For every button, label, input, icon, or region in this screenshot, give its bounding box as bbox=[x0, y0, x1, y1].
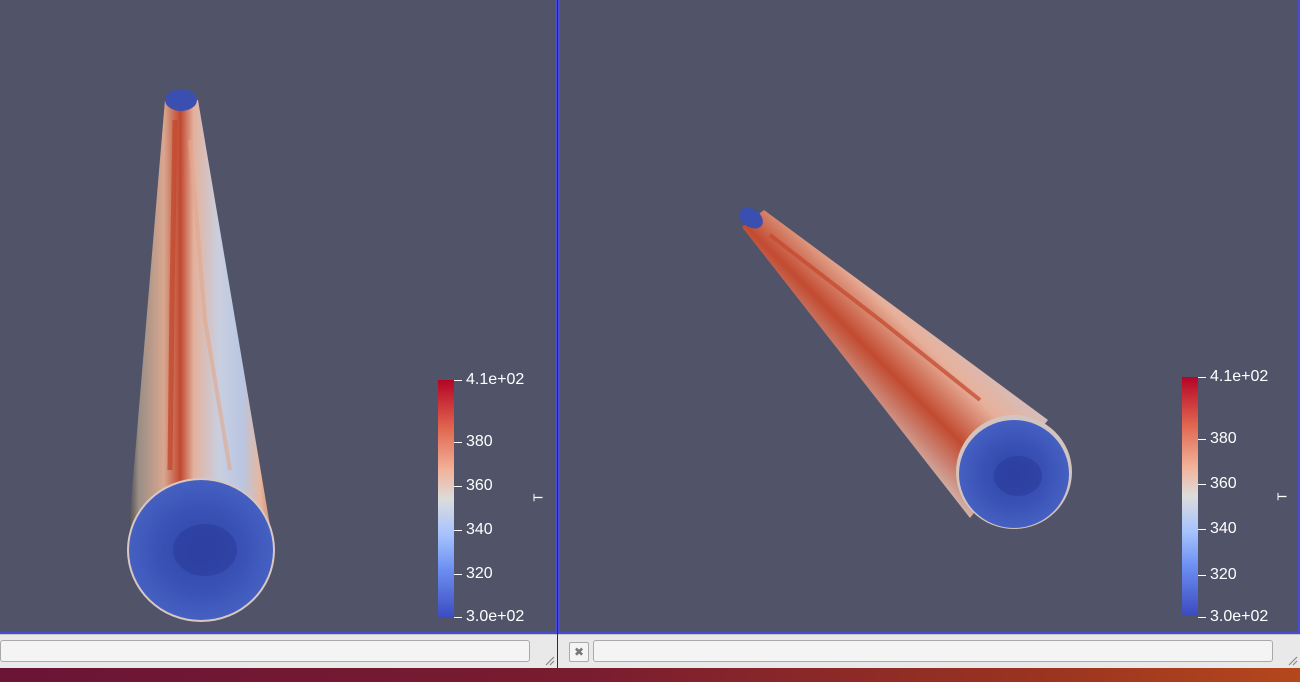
render-view-left[interactable]: 4.1e+02 380 360 340 320 3.0e+02 T bbox=[0, 0, 557, 634]
scalar-bar-label: 4.1e+02 bbox=[1210, 368, 1269, 385]
tick-mark bbox=[454, 574, 462, 575]
scalar-bar-title: T bbox=[530, 493, 546, 502]
scalar-bar-label: 360 bbox=[1210, 475, 1237, 492]
tick-mark bbox=[1198, 575, 1206, 576]
scalar-bar-label: 380 bbox=[1210, 430, 1237, 447]
tick-mark bbox=[1198, 529, 1206, 530]
close-icon: ✖ bbox=[573, 645, 585, 659]
status-field[interactable] bbox=[593, 640, 1273, 662]
tick-mark bbox=[454, 442, 462, 443]
view-statusbar-left bbox=[0, 634, 557, 668]
resize-grip-icon[interactable] bbox=[543, 654, 555, 666]
close-view-button[interactable]: ✖ bbox=[569, 642, 589, 662]
scalar-bar-label: 320 bbox=[466, 565, 493, 582]
scalar-bar-label: 340 bbox=[466, 521, 493, 538]
scalar-bar-title: T bbox=[1274, 492, 1290, 501]
scalar-bar-label: 3.0e+02 bbox=[1210, 608, 1269, 625]
view-statusbar-right: ✖ bbox=[558, 634, 1300, 668]
scalar-bar-label: 340 bbox=[1210, 520, 1237, 537]
tick-mark bbox=[454, 530, 462, 531]
scalar-bar-label: 360 bbox=[466, 477, 493, 494]
tick-mark bbox=[454, 380, 462, 381]
desktop-background bbox=[0, 668, 1300, 682]
scalar-bar-label: 3.0e+02 bbox=[466, 608, 525, 625]
tick-mark bbox=[1198, 617, 1206, 618]
scalar-bar-label: 380 bbox=[466, 433, 493, 450]
tick-mark bbox=[454, 486, 462, 487]
render-view-right[interactable]: 4.1e+02 380 360 340 320 3.0e+02 T bbox=[558, 0, 1300, 634]
tick-mark bbox=[454, 617, 462, 618]
status-field[interactable] bbox=[0, 640, 530, 662]
colormap-gradient bbox=[1182, 377, 1198, 615]
scalar-bar-label: 4.1e+02 bbox=[466, 371, 525, 388]
resize-grip-icon[interactable] bbox=[1286, 654, 1298, 666]
tick-mark bbox=[1198, 484, 1206, 485]
tick-mark bbox=[1198, 439, 1206, 440]
colormap-gradient bbox=[438, 380, 454, 618]
tick-mark bbox=[1198, 377, 1206, 378]
scalar-bar-label: 320 bbox=[1210, 566, 1237, 583]
